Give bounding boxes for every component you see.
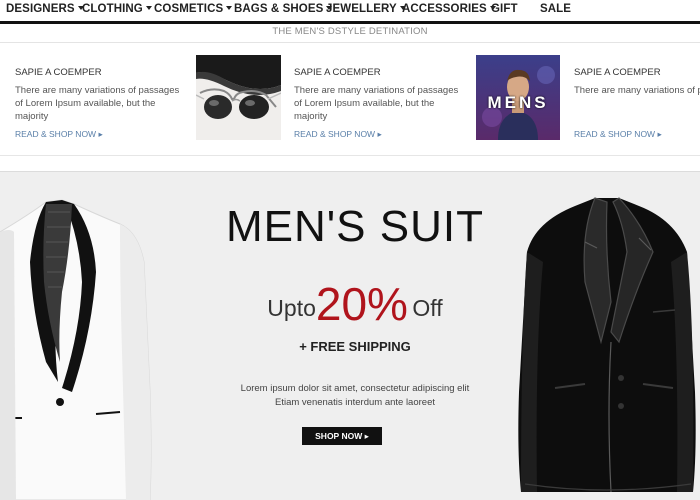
discount-suffix: Off	[412, 295, 443, 321]
main-nav: DESIGNERS CLOTHING COSMETICS BAGS & SHOE…	[0, 0, 700, 22]
hero-title: MEN'S SUIT	[226, 202, 484, 251]
discount-prefix: Upto	[267, 295, 316, 321]
caret-down-icon	[145, 6, 152, 10]
promo-title: SAPIE A COEMPER	[15, 67, 102, 78]
nav-item-clothing[interactable]: CLOTHING	[82, 3, 152, 19]
nav-item-bags-shoes[interactable]: BAGS & SHOES	[234, 3, 333, 19]
site-tagline: THE MEN'S DSTYLE DETINATION	[272, 26, 428, 37]
shop-now-button[interactable]: SHOP NOW ▸	[302, 427, 382, 445]
caret-down-icon	[226, 6, 233, 10]
black-tuxedo-image[interactable]	[515, 192, 700, 500]
promo-title: SAPIE A COEMPER	[294, 67, 381, 78]
promo-text: There are many variations of passages of…	[15, 85, 180, 122]
promo-link[interactable]: READ & SHOP NOW ▸	[15, 129, 103, 140]
promo-link[interactable]: READ & SHOP NOW ▸	[574, 129, 662, 140]
men-model-image[interactable]: MENS	[476, 55, 560, 140]
tagline-divider	[0, 42, 700, 43]
nav-item-designers[interactable]: DESIGNERS	[6, 3, 84, 19]
promo-strip-divider	[0, 155, 700, 156]
promo-link[interactable]: READ & SHOP NOW ▸	[294, 129, 382, 140]
hero-discount: Upto20% Off	[190, 277, 520, 331]
promo-text: There are many variations of passages of…	[574, 85, 700, 96]
hero-description: Lorem ipsum dolor sit amet, consectetur …	[240, 383, 470, 408]
nav-item-sale[interactable]: SALE	[540, 3, 571, 19]
promo-title: SAPIE A COEMPER	[574, 67, 661, 78]
nav-item-cosmetics[interactable]: COSMETICS	[154, 3, 233, 19]
promo-text: There are many variations of passages of…	[294, 85, 459, 122]
nav-item-jewellery[interactable]: JEWELLERY	[326, 3, 406, 19]
nav-item-gift[interactable]: GIFT	[491, 3, 518, 19]
mens-image-text: MENS	[487, 93, 549, 112]
white-tuxedo-image[interactable]	[0, 192, 160, 500]
free-shipping-label: + FREE SHIPPING	[299, 339, 411, 354]
nav-item-accessories[interactable]: ACCESSORIES	[402, 3, 496, 19]
hero-banner: MEN'S SUIT Upto20% Off + FREE SHIPPING L…	[0, 172, 700, 500]
discount-value: 20%	[315, 278, 408, 330]
sunglasses-image[interactable]	[196, 55, 281, 140]
nav-divider	[0, 21, 700, 24]
